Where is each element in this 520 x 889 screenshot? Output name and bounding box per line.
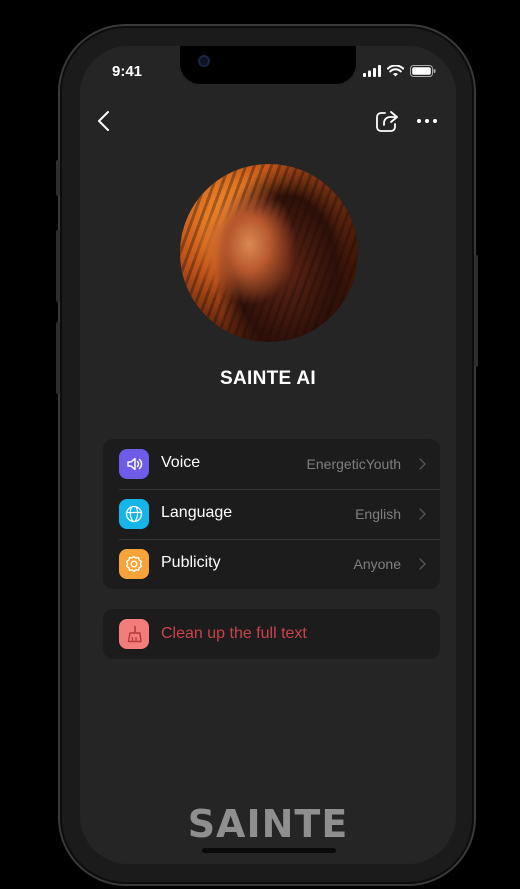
chevron-right-icon bbox=[419, 458, 426, 470]
gear-icon bbox=[119, 549, 149, 579]
status-icons bbox=[363, 65, 436, 77]
language-label: Language bbox=[161, 504, 233, 521]
brand-logo: SAINTE bbox=[187, 802, 349, 846]
publicity-value: Anyone bbox=[353, 556, 401, 572]
power-button bbox=[474, 255, 478, 367]
volume-up-button bbox=[56, 230, 60, 302]
globe-icon bbox=[119, 499, 149, 529]
volume-down-button bbox=[56, 322, 60, 394]
chevron-right-icon bbox=[419, 508, 426, 520]
broom-icon bbox=[119, 619, 149, 649]
publicity-label: Publicity bbox=[161, 554, 221, 571]
voice-label: Voice bbox=[161, 454, 201, 471]
app-screen: 9:41 SAINTE AI Voice EnergeticYouth Lang… bbox=[80, 46, 456, 864]
clean-up-label: Clean up the full text bbox=[161, 625, 307, 642]
language-value: English bbox=[355, 506, 401, 522]
settings-row-voice[interactable]: Voice EnergeticYouth bbox=[103, 439, 440, 489]
back-chevron-icon[interactable] bbox=[96, 110, 116, 132]
settings-row-publicity[interactable]: Publicity Anyone bbox=[103, 539, 440, 589]
chevron-right-icon bbox=[419, 558, 426, 570]
wifi-icon bbox=[387, 65, 404, 77]
home-indicator[interactable] bbox=[202, 848, 336, 853]
cellular-signal-icon bbox=[363, 65, 381, 77]
battery-icon bbox=[410, 65, 436, 77]
mute-switch bbox=[56, 160, 60, 196]
profile-avatar[interactable] bbox=[180, 164, 358, 342]
notch bbox=[180, 46, 356, 84]
share-icon[interactable] bbox=[374, 108, 400, 134]
voice-value: EnergeticYouth bbox=[306, 456, 401, 472]
status-time: 9:41 bbox=[112, 63, 143, 80]
speaker-icon bbox=[119, 449, 149, 479]
clean-up-button[interactable]: Clean up the full text bbox=[103, 609, 440, 659]
more-options-icon[interactable] bbox=[415, 110, 439, 132]
profile-name: SAINTE AI bbox=[220, 368, 316, 389]
settings-row-language[interactable]: Language English bbox=[103, 489, 440, 539]
camera-icon bbox=[198, 55, 210, 67]
settings-list: Voice EnergeticYouth Language English Pu… bbox=[103, 439, 440, 589]
